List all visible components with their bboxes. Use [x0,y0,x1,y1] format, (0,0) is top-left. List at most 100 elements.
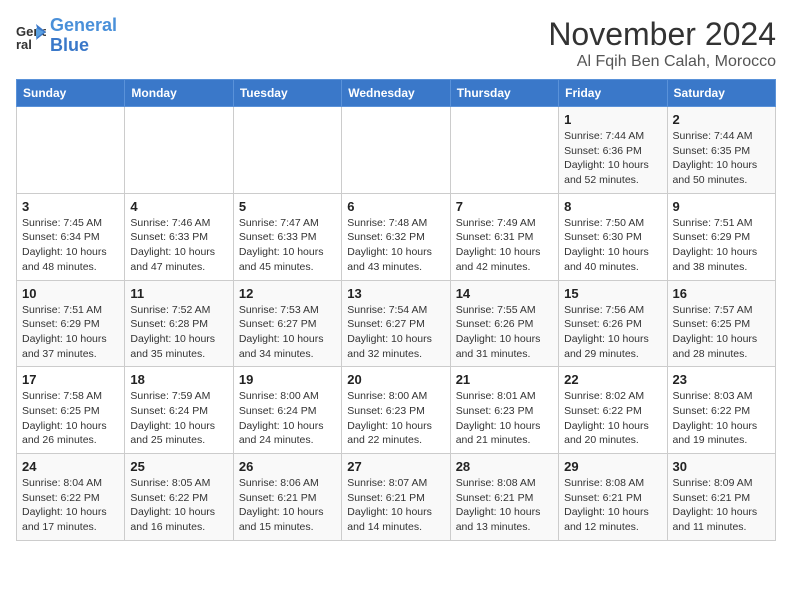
day-detail: Sunrise: 7:51 AM Sunset: 6:29 PM Dayligh… [22,303,119,362]
calendar-cell: 18 Sunrise: 7:59 AM Sunset: 6:24 PM Dayli… [125,367,233,454]
day-number: 8 [564,199,661,214]
location-subtitle: Al Fqih Ben Calah, Morocco [548,53,776,71]
day-number: 14 [456,286,553,301]
logo: Gene ral General Blue [16,16,117,56]
calendar-cell: 20Sunrise: 8:00 AM Sunset: 6:23 PM Dayli… [342,367,450,454]
day-detail: Sunrise: 7:48 AM Sunset: 6:32 PM Dayligh… [347,216,444,275]
calendar-table: SundayMondayTuesdayWednesdayThursdayFrid… [16,79,776,541]
day-detail: Sunrise: 7:46 AM Sunset: 6:33 PM Dayligh… [130,216,227,275]
calendar-cell: 26Sunrise: 8:06 AM Sunset: 6:21 PM Dayli… [233,454,341,541]
day-detail: Sunrise: 7:58 AM Sunset: 6:25 PM Dayligh… [22,389,119,448]
day-number: 4 [130,199,227,214]
day-number: 6 [347,199,444,214]
calendar-cell: 23 Sunrise: 8:03 AM Sunset: 6:22 PM Dayli… [667,367,775,454]
day-detail: Sunrise: 8:09 AM Sunset: 6:21 PM Dayligh… [673,476,770,535]
day-number: 5 [239,199,336,214]
day-number: 18 [130,372,227,387]
day-number: 30 [673,459,770,474]
day-number: 13 [347,286,444,301]
day-number: 24 [22,459,119,474]
calendar-cell: 15 Sunrise: 7:56 AM Sunset: 6:26 PM Dayli… [559,280,667,367]
day-number: 15 [564,286,661,301]
logo-general: General [50,15,117,35]
day-detail: Sunrise: 7:57 AM Sunset: 6:25 PM Dayligh… [673,303,770,362]
page-header: Gene ral General Blue November 2024 Al F… [16,16,776,71]
col-header-friday: Friday [559,80,667,107]
calendar-cell: 6 Sunrise: 7:48 AM Sunset: 6:32 PM Daylig… [342,193,450,280]
day-detail: Sunrise: 7:47 AM Sunset: 6:33 PM Dayligh… [239,216,336,275]
day-number: 1 [564,112,661,127]
calendar-cell: 16 Sunrise: 7:57 AM Sunset: 6:25 PM Dayli… [667,280,775,367]
calendar-cell [125,107,233,194]
calendar-cell: 19 Sunrise: 8:00 AM Sunset: 6:24 PM Dayli… [233,367,341,454]
calendar-cell [342,107,450,194]
calendar-cell: 11 Sunrise: 7:52 AM Sunset: 6:28 PM Dayli… [125,280,233,367]
calendar-cell: 14 Sunrise: 7:55 AM Sunset: 6:26 PM Dayli… [450,280,558,367]
calendar-cell: 29 Sunrise: 8:08 AM Sunset: 6:21 PM Dayli… [559,454,667,541]
svg-text:ral: ral [16,37,32,50]
calendar-cell: 27 Sunrise: 8:07 AM Sunset: 6:21 PM Dayli… [342,454,450,541]
day-number: 11 [130,286,227,301]
day-detail: Sunrise: 8:00 AM Sunset: 6:23 PM Dayligh… [347,389,444,448]
calendar-cell: 13 Sunrise: 7:54 AM Sunset: 6:27 PM Dayli… [342,280,450,367]
day-number: 9 [673,199,770,214]
calendar-header: SundayMondayTuesdayWednesdayThursdayFrid… [17,80,776,107]
day-detail: Sunrise: 7:53 AM Sunset: 6:27 PM Dayligh… [239,303,336,362]
day-number: 2 [673,112,770,127]
calendar-cell: 21Sunrise: 8:01 AM Sunset: 6:23 PM Dayli… [450,367,558,454]
day-number: 19 [239,372,336,387]
calendar-cell: 25Sunrise: 8:05 AM Sunset: 6:22 PM Dayli… [125,454,233,541]
day-number: 16 [673,286,770,301]
day-detail: Sunrise: 7:52 AM Sunset: 6:28 PM Dayligh… [130,303,227,362]
day-detail: Sunrise: 8:01 AM Sunset: 6:23 PM Dayligh… [456,389,553,448]
day-detail: Sunrise: 8:02 AM Sunset: 6:22 PM Dayligh… [564,389,661,448]
logo-blue: Blue [50,35,89,55]
day-detail: Sunrise: 8:07 AM Sunset: 6:21 PM Dayligh… [347,476,444,535]
day-detail: Sunrise: 7:54 AM Sunset: 6:27 PM Dayligh… [347,303,444,362]
calendar-cell: 1 Sunrise: 7:44 AM Sunset: 6:36 PM Daylig… [559,107,667,194]
day-detail: Sunrise: 7:55 AM Sunset: 6:26 PM Dayligh… [456,303,553,362]
calendar-week-2: 3Sunrise: 7:45 AM Sunset: 6:34 PM Daylig… [17,193,776,280]
day-number: 26 [239,459,336,474]
day-number: 27 [347,459,444,474]
calendar-cell [17,107,125,194]
calendar-cell: 24 Sunrise: 8:04 AM Sunset: 6:22 PM Dayli… [17,454,125,541]
calendar-week-1: 1 Sunrise: 7:44 AM Sunset: 6:36 PM Daylig… [17,107,776,194]
col-header-thursday: Thursday [450,80,558,107]
day-detail: Sunrise: 7:44 AM Sunset: 6:35 PM Dayligh… [673,129,770,188]
day-detail: Sunrise: 7:50 AM Sunset: 6:30 PM Dayligh… [564,216,661,275]
col-header-tuesday: Tuesday [233,80,341,107]
day-number: 10 [22,286,119,301]
day-detail: Sunrise: 8:04 AM Sunset: 6:22 PM Dayligh… [22,476,119,535]
day-detail: Sunrise: 7:44 AM Sunset: 6:36 PM Dayligh… [564,129,661,188]
calendar-cell: 9Sunrise: 7:51 AM Sunset: 6:29 PM Daylig… [667,193,775,280]
day-number: 29 [564,459,661,474]
day-detail: Sunrise: 8:08 AM Sunset: 6:21 PM Dayligh… [564,476,661,535]
calendar-cell: 17Sunrise: 7:58 AM Sunset: 6:25 PM Dayli… [17,367,125,454]
day-detail: Sunrise: 8:03 AM Sunset: 6:22 PM Dayligh… [673,389,770,448]
day-detail: Sunrise: 7:45 AM Sunset: 6:34 PM Dayligh… [22,216,119,275]
calendar-cell: 30 Sunrise: 8:09 AM Sunset: 6:21 PM Dayli… [667,454,775,541]
calendar-cell: 22 Sunrise: 8:02 AM Sunset: 6:22 PM Dayli… [559,367,667,454]
calendar-cell: 5 Sunrise: 7:47 AM Sunset: 6:33 PM Daylig… [233,193,341,280]
calendar-cell: 8 Sunrise: 7:50 AM Sunset: 6:30 PM Daylig… [559,193,667,280]
calendar-cell: 3Sunrise: 7:45 AM Sunset: 6:34 PM Daylig… [17,193,125,280]
calendar-cell: 10 Sunrise: 7:51 AM Sunset: 6:29 PM Dayli… [17,280,125,367]
calendar-week-3: 10 Sunrise: 7:51 AM Sunset: 6:29 PM Dayli… [17,280,776,367]
logo-icon: Gene ral [16,22,46,50]
day-number: 22 [564,372,661,387]
col-header-monday: Monday [125,80,233,107]
col-header-wednesday: Wednesday [342,80,450,107]
col-header-saturday: Saturday [667,80,775,107]
day-number: 23 [673,372,770,387]
day-detail: Sunrise: 8:00 AM Sunset: 6:24 PM Dayligh… [239,389,336,448]
day-detail: Sunrise: 7:49 AM Sunset: 6:31 PM Dayligh… [456,216,553,275]
day-number: 28 [456,459,553,474]
calendar-cell: 2 Sunrise: 7:44 AM Sunset: 6:35 PM Daylig… [667,107,775,194]
day-detail: Sunrise: 7:56 AM Sunset: 6:26 PM Dayligh… [564,303,661,362]
day-detail: Sunrise: 8:08 AM Sunset: 6:21 PM Dayligh… [456,476,553,535]
day-detail: Sunrise: 7:59 AM Sunset: 6:24 PM Dayligh… [130,389,227,448]
month-title: November 2024 [548,16,776,53]
calendar-week-4: 17Sunrise: 7:58 AM Sunset: 6:25 PM Dayli… [17,367,776,454]
title-area: November 2024 Al Fqih Ben Calah, Morocco [548,16,776,71]
